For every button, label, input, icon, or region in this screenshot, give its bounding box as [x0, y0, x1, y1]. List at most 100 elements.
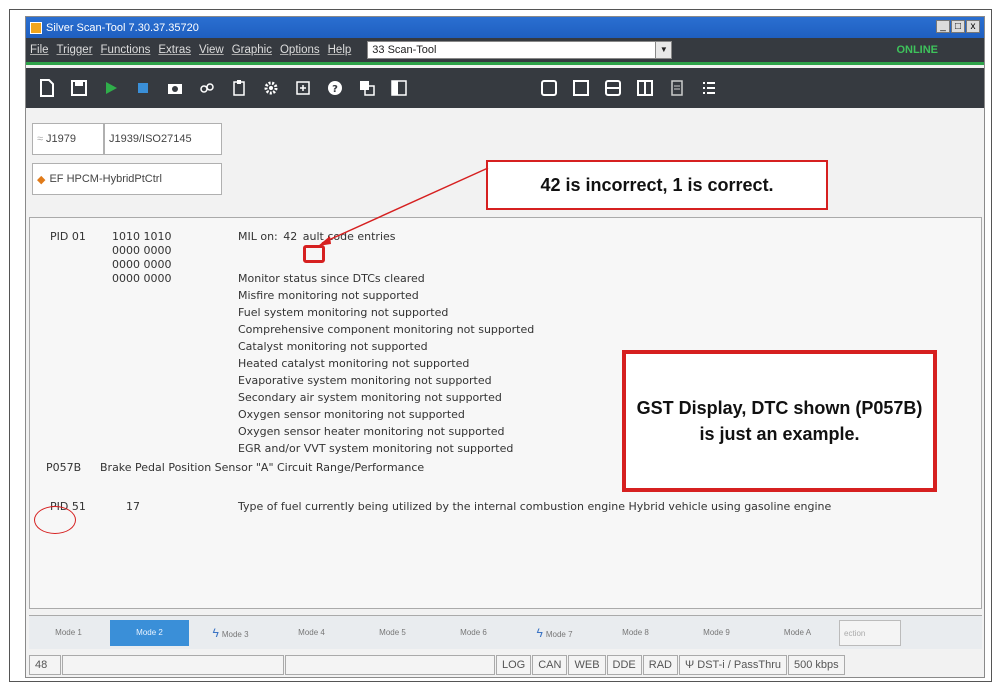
mode-1-label: Mode 1: [55, 627, 82, 637]
save-icon[interactable]: [70, 79, 88, 97]
title-bar: Silver Scan-Tool 7.30.37.35720 _ □ x: [26, 17, 984, 38]
monitor-line: Comprehensive component monitoring not s…: [238, 323, 535, 336]
status-bar: 48 LOG CAN WEB DDE RAD Ψ DST-i / PassThr…: [29, 655, 982, 675]
device-select-value: 33 Scan-Tool: [372, 44, 437, 56]
mil-line: MIL on: 42 ault code entries: [238, 230, 396, 243]
mode-2-button[interactable]: Mode 2: [110, 619, 189, 646]
menu-bar: File Trigger Functions Extras View Graph…: [26, 38, 984, 65]
toolbar: ?: [26, 68, 984, 108]
mode-a-button[interactable]: Mode A: [758, 620, 837, 646]
pid51-description: Type of fuel currently being utilized by…: [238, 500, 832, 513]
maximize-button[interactable]: □: [951, 20, 965, 33]
dtc-description: Brake Pedal Position Sensor "A" Circuit …: [100, 461, 425, 474]
import-icon[interactable]: [294, 79, 312, 97]
mode-bar: Mode 1 Mode 2 ϟ Mode 3 Mode 4 Mode 5 Mode…: [29, 615, 982, 649]
menu-extras[interactable]: Extras: [158, 44, 191, 56]
status-web[interactable]: WEB: [568, 655, 606, 675]
mode-9-button[interactable]: Mode 9: [677, 620, 756, 646]
layout-4-icon[interactable]: [636, 79, 654, 97]
pid01-byte-2: 0000 0000: [112, 244, 172, 257]
status-can[interactable]: CAN: [532, 655, 568, 675]
help-icon[interactable]: ?: [326, 79, 344, 97]
status-interface[interactable]: Ψ DST-i / PassThru: [679, 655, 787, 675]
status-empty-1: [62, 655, 284, 675]
pid51-value: 17: [126, 500, 140, 513]
app-icon: [30, 21, 42, 34]
mode-a-label: Mode A: [783, 627, 812, 637]
tab-j1979[interactable]: ≈ J1979: [32, 123, 104, 155]
lightning-icon: ϟ: [212, 625, 219, 640]
monitor-line: Monitor status since DTCs cleared: [238, 272, 425, 285]
mode-4-button[interactable]: Mode 4: [272, 620, 351, 646]
pid01-byte-4: 0000 0000: [112, 272, 172, 285]
device-select[interactable]: 33 Scan-Tool ▼: [367, 41, 673, 59]
tab-ecu-hpcm[interactable]: ◆ EF HPCM-HybridPtCtrl: [32, 163, 222, 195]
wifi-icon: ≈: [37, 133, 44, 145]
status-log[interactable]: LOG: [496, 655, 532, 675]
list-icon[interactable]: [700, 79, 718, 97]
new-icon[interactable]: [38, 79, 56, 97]
minimize-button[interactable]: _: [936, 20, 950, 33]
mode-2-label: Mode 2: [136, 627, 163, 637]
layout-2-icon[interactable]: [572, 79, 590, 97]
mode-1-button[interactable]: Mode 1: [29, 620, 108, 646]
link-icon[interactable]: [198, 79, 216, 97]
monitor-line: Evaporative system monitoring not suppor…: [238, 374, 492, 387]
tab-j1939[interactable]: J1939/ISO27145: [104, 123, 222, 155]
menu-options[interactable]: Options: [280, 44, 320, 56]
mode-7-label: Mode 7: [545, 629, 573, 639]
mode-5-button[interactable]: Mode 5: [353, 620, 432, 646]
mode-4-label: Mode 4: [298, 627, 325, 637]
connection-status: ONLINE: [896, 44, 938, 56]
play-icon[interactable]: [102, 79, 120, 97]
mode-3-button[interactable]: ϟ Mode 3: [191, 620, 270, 646]
pid01-byte-1: 1010 1010: [112, 230, 172, 243]
chevron-down-icon[interactable]: ▼: [655, 42, 672, 58]
mode-8-button[interactable]: Mode 8: [596, 620, 675, 646]
mode-7-button[interactable]: ϟ Mode 7: [515, 620, 594, 646]
monitor-line: Misfire monitoring not supported: [238, 289, 419, 302]
pid01-byte-3: 0000 0000: [112, 258, 172, 271]
selection-button[interactable]: ection: [839, 619, 901, 646]
report-icon[interactable]: [668, 79, 686, 97]
tab-j1939-label: J1939/ISO27145: [109, 133, 192, 145]
close-button[interactable]: x: [966, 20, 980, 33]
window-controls: _ □ x: [936, 20, 980, 33]
panel-icon[interactable]: [390, 79, 408, 97]
dtc-code: P057B: [46, 461, 82, 474]
clipboard-icon[interactable]: [230, 79, 248, 97]
mode-8-label: Mode 8: [622, 627, 649, 637]
menu-view[interactable]: View: [199, 44, 224, 56]
menu-graphic[interactable]: Graphic: [232, 44, 272, 56]
layout-3-icon[interactable]: [604, 79, 622, 97]
mode-9-label: Mode 9: [703, 627, 730, 637]
app-window: Silver Scan-Tool 7.30.37.35720 _ □ x Fil…: [25, 16, 985, 678]
monitor-line: Fuel system monitoring not supported: [238, 306, 449, 319]
menu-file[interactable]: File: [30, 44, 49, 56]
tab-ecu-label: EF HPCM-HybridPtCtrl: [49, 173, 162, 185]
gear-icon[interactable]: [262, 79, 280, 97]
menu-help[interactable]: Help: [328, 44, 352, 56]
svg-text:?: ?: [332, 84, 338, 95]
monitor-line: Oxygen sensor heater monitoring not supp…: [238, 425, 505, 438]
annotation-callout-top: 42 is incorrect, 1 is correct.: [486, 160, 828, 210]
monitor-line: Secondary air system monitoring not supp…: [238, 391, 502, 404]
copy-icon[interactable]: [358, 79, 376, 97]
monitor-line: EGR and/or VVT system monitoring not sup…: [238, 442, 514, 455]
antenna-icon: Ψ: [685, 659, 698, 671]
status-count: 48: [29, 655, 61, 675]
monitor-line: Catalyst monitoring not supported: [238, 340, 428, 353]
menu-functions[interactable]: Functions: [101, 44, 151, 56]
camera-icon[interactable]: [166, 79, 184, 97]
mode-6-button[interactable]: Mode 6: [434, 620, 513, 646]
status-rad[interactable]: RAD: [642, 655, 678, 675]
monitor-line: Heated catalyst monitoring not supported: [238, 357, 470, 370]
status-empty-2: [285, 655, 495, 675]
layout-1-icon[interactable]: [540, 79, 558, 97]
monitor-line: Oxygen sensor monitoring not supported: [238, 408, 465, 421]
menu-trigger[interactable]: Trigger: [57, 44, 93, 56]
status-dde[interactable]: DDE: [606, 655, 642, 675]
mode-6-label: Mode 6: [460, 627, 487, 637]
lightning-icon: ϟ: [536, 625, 543, 640]
stop-icon[interactable]: [134, 79, 152, 97]
